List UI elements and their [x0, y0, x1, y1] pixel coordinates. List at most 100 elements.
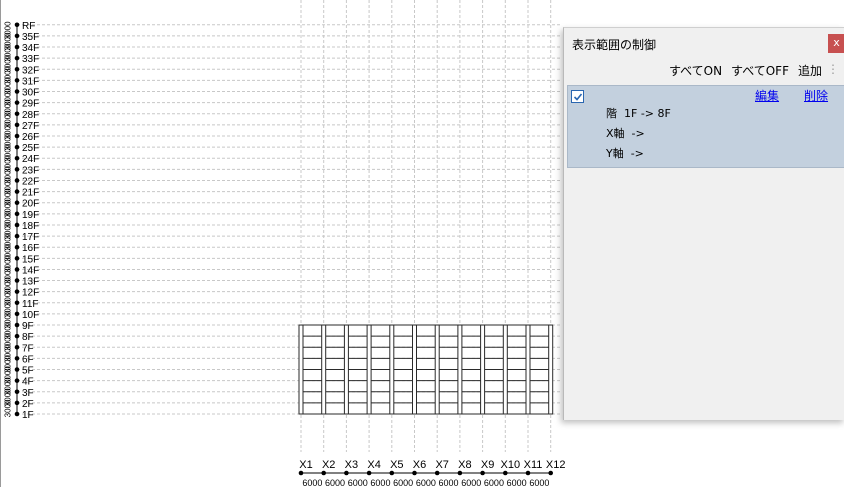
floor-range-text: 階 1F -> 8F — [606, 107, 671, 120]
frame-column — [412, 324, 417, 415]
floor-label[interactable]: 32F — [22, 65, 39, 76]
axis-label[interactable]: X6 — [413, 459, 426, 471]
span-length-label: 6000 — [370, 478, 390, 487]
floor-node-dot — [14, 33, 20, 39]
all-off-button[interactable]: すべてOFF — [731, 62, 789, 79]
all-on-button[interactable]: すべてON — [669, 62, 722, 79]
axis-node-dot — [503, 470, 508, 476]
floor-node-dot — [14, 111, 20, 117]
axis-node-dot — [389, 470, 395, 476]
floor-node-dot — [14, 344, 20, 350]
axis-label[interactable]: X4 — [367, 459, 380, 471]
floor-label[interactable]: 3F — [22, 388, 34, 399]
axis-label[interactable]: X8 — [458, 459, 471, 471]
floor-label[interactable]: 14F — [22, 265, 39, 276]
floor-node-dot — [14, 256, 20, 261]
frame-column — [548, 324, 554, 415]
floor-node-dot — [14, 267, 20, 272]
floor-label[interactable]: 6F — [22, 354, 34, 365]
floor-label[interactable]: 22F — [22, 176, 39, 187]
floor-label[interactable]: 25F — [22, 143, 39, 154]
range-item-checkbox[interactable] — [571, 90, 584, 103]
axis-label[interactable]: X3 — [345, 459, 358, 471]
axis-label[interactable]: X7 — [435, 459, 448, 471]
delete-link[interactable]: 削除 — [804, 87, 828, 104]
floor-label[interactable]: 23F — [22, 165, 39, 176]
floor-label[interactable]: 8F — [22, 332, 34, 343]
floor-label[interactable]: 31F — [22, 76, 39, 87]
floor-node-dot — [14, 400, 20, 406]
axis-node-dot — [457, 470, 463, 476]
story-height-label: 3000 — [4, 21, 13, 39]
span-length-label: 6000 — [325, 478, 345, 487]
floor-node-dot — [14, 167, 20, 172]
floor-label[interactable]: 18F — [22, 221, 39, 232]
axis-node-dot — [344, 470, 349, 476]
frame-column — [343, 324, 349, 415]
close-button[interactable]: x — [828, 34, 844, 53]
add-button[interactable]: 追加 — [798, 62, 822, 79]
floor-label[interactable]: 2F — [22, 399, 34, 410]
floor-label[interactable]: 12F — [22, 288, 39, 299]
axis-label[interactable]: X2 — [322, 459, 335, 471]
floor-label[interactable]: 15F — [22, 254, 39, 265]
axis-label[interactable]: X5 — [390, 459, 403, 471]
floor-node-dot — [14, 389, 20, 395]
floor-label[interactable]: 33F — [22, 54, 39, 65]
span-length-label: 6000 — [439, 478, 459, 487]
floor-label[interactable]: 4F — [22, 377, 34, 388]
floor-node-dot — [14, 311, 20, 317]
axis-label[interactable]: X12 — [546, 459, 566, 471]
axis-node-dot — [321, 470, 327, 476]
axis-label[interactable]: X1 — [299, 459, 312, 471]
frame-column — [480, 324, 486, 415]
floor-label[interactable]: 24F — [22, 154, 39, 165]
floor-label[interactable]: 28F — [22, 110, 39, 121]
edit-link[interactable]: 編集 — [755, 87, 779, 104]
floor-node-dot — [14, 356, 20, 361]
floor-node-dot — [14, 278, 20, 283]
span-length-label: 6000 — [393, 478, 413, 487]
frame-column — [389, 324, 395, 415]
floor-label[interactable]: 34F — [22, 43, 39, 54]
axis-label[interactable]: X9 — [481, 459, 494, 471]
span-length-label: 6000 — [348, 478, 368, 487]
frame-column — [502, 324, 508, 415]
axis-node-dot — [548, 470, 553, 476]
floor-node-dot — [14, 89, 20, 94]
span-length-label: 6000 — [461, 478, 481, 487]
floor-label[interactable]: 27F — [22, 121, 39, 132]
floor-node-dot — [14, 322, 20, 328]
floor-node-dot — [14, 378, 20, 383]
axis-label[interactable]: X10 — [501, 459, 521, 471]
floor-node-dot — [14, 333, 20, 339]
floor-label[interactable]: 17F — [22, 232, 39, 243]
floor-label[interactable]: RF — [22, 21, 35, 32]
floor-node-dot — [14, 55, 20, 61]
y-range-text: Y軸 -> — [606, 147, 644, 160]
floor-label[interactable]: 26F — [22, 132, 39, 143]
floor-node-dot — [14, 178, 20, 183]
more-icon[interactable]: ⋮ — [827, 62, 839, 79]
check-icon — [573, 92, 582, 101]
floor-label[interactable]: 35F — [22, 32, 39, 43]
axis-node-dot — [480, 470, 485, 476]
range-item-card: 編集 削除 階 1F -> 8F X軸 -> Y軸 -> — [567, 85, 844, 168]
floor-label[interactable]: 13F — [22, 277, 39, 288]
floor-label[interactable]: 10F — [22, 310, 39, 321]
floor-label[interactable]: 1F — [22, 410, 34, 421]
floor-label[interactable]: 11F — [22, 299, 39, 310]
span-length-label: 6000 — [416, 478, 436, 487]
floor-label[interactable]: 21F — [22, 188, 39, 199]
floor-label[interactable]: 7F — [22, 343, 34, 354]
floor-node-dot — [14, 289, 20, 294]
floor-label[interactable]: 16F — [22, 243, 39, 254]
floor-label[interactable]: 29F — [22, 99, 39, 110]
floor-label[interactable]: 30F — [22, 88, 39, 99]
frame-column — [434, 324, 440, 415]
floor-label[interactable]: 19F — [22, 210, 39, 221]
axis-label[interactable]: X11 — [524, 459, 543, 471]
floor-label[interactable]: 20F — [22, 199, 39, 210]
floor-label[interactable]: 5F — [22, 366, 34, 377]
floor-label[interactable]: 9F — [22, 321, 34, 332]
